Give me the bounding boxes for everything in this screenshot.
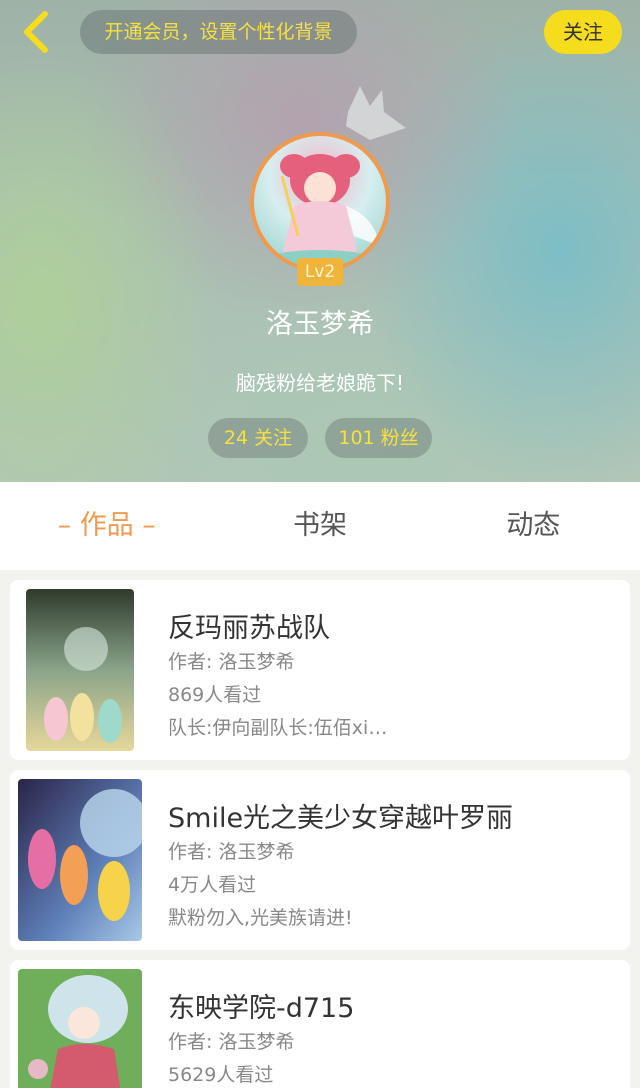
fans-count-button[interactable]: 101 粉丝 (325, 418, 432, 458)
work-card[interactable]: 反玛丽苏战队 作者: 洛玉梦希 869人看过 队长:伊向副队长:伍佰xi… (10, 580, 630, 760)
fans-count: 101 (338, 427, 375, 449)
profile-header: 开通会员，设置个性化背景 关注 Lv2 洛玉梦希 脑残粉给老娘跪下! 24 关注 … (0, 0, 640, 482)
avatar[interactable] (250, 132, 390, 272)
work-cover (18, 779, 142, 941)
follow-button[interactable]: 关注 (544, 10, 622, 54)
level-badge: Lv2 (297, 258, 343, 286)
tab-works[interactable]: 作品 (0, 482, 213, 570)
work-cover (18, 969, 142, 1088)
following-count: 24 (223, 427, 249, 449)
cover-image (18, 969, 142, 1088)
work-author: 作者: 洛玉梦希 (168, 1031, 295, 1053)
work-title: Smile光之美少女穿越叶罗丽 (168, 803, 514, 834)
back-button[interactable] (14, 10, 58, 54)
avatar-image (270, 154, 380, 266)
cover-image (26, 589, 134, 751)
work-title: 反玛丽苏战队 (168, 613, 330, 644)
work-author: 作者: 洛玉梦希 (168, 651, 295, 673)
work-card[interactable]: 东映学院-d715 作者: 洛玉梦希 5629人看过 (10, 960, 630, 1088)
work-views: 869人看过 (168, 684, 262, 706)
user-bio: 脑残粉给老娘跪下! (235, 371, 405, 395)
work-cover (26, 589, 134, 751)
work-author: 作者: 洛玉梦希 (168, 841, 295, 863)
work-views: 5629人看过 (168, 1064, 274, 1086)
work-card[interactable]: Smile光之美少女穿越叶罗丽 作者: 洛玉梦希 4万人看过 默粉勿入,光美族请… (10, 770, 630, 950)
crown-icon (346, 86, 406, 140)
following-count-button[interactable]: 24 关注 (208, 418, 308, 458)
profile-tabs: 作品 书架 动态 (0, 482, 640, 570)
tab-activity[interactable]: 动态 (427, 482, 640, 570)
work-title: 东映学院-d715 (168, 993, 355, 1024)
cover-image (18, 779, 142, 941)
vip-background-banner[interactable]: 开通会员，设置个性化背景 (80, 10, 357, 54)
work-description: 默粉勿入,光美族请进! (168, 907, 353, 929)
username: 洛玉梦希 (266, 309, 374, 340)
work-description: 队长:伊向副队长:伍佰xi… (168, 717, 388, 739)
chevron-left-icon (24, 11, 48, 53)
fans-label: 粉丝 (380, 427, 419, 449)
following-label: 关注 (254, 427, 293, 449)
work-views: 4万人看过 (168, 874, 257, 896)
tab-bookshelf[interactable]: 书架 (213, 482, 426, 570)
